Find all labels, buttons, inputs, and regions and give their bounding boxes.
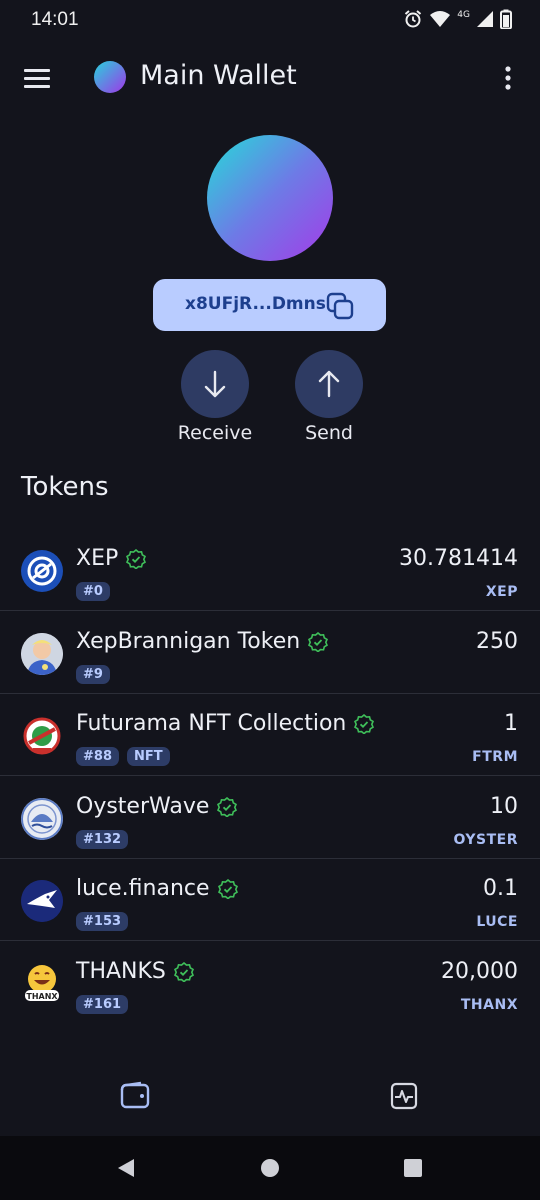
token-row-luce[interactable]: luce.finance #153 0.1 LUCE bbox=[0, 858, 540, 941]
token-amount: 0.1 bbox=[483, 876, 518, 901]
verified-icon bbox=[217, 879, 238, 899]
token-symbol: FTRM bbox=[472, 749, 518, 765]
futurama-logo bbox=[21, 715, 63, 757]
send-button[interactable] bbox=[295, 350, 363, 418]
token-badges: #161 bbox=[76, 995, 129, 1014]
token-id-badge: #132 bbox=[76, 830, 129, 849]
token-amount: 10 bbox=[490, 794, 518, 819]
token-badges: #0 bbox=[76, 582, 110, 601]
tokens-heading: Tokens bbox=[21, 472, 109, 502]
token-symbol: OYSTER bbox=[453, 832, 518, 848]
token-symbol: XEP bbox=[485, 584, 518, 600]
verified-icon bbox=[173, 962, 194, 982]
token-id-badge: #88 bbox=[76, 747, 119, 766]
receive-button[interactable] bbox=[181, 350, 249, 418]
token-badges: #9 bbox=[76, 665, 110, 684]
xepbrannigan-logo bbox=[21, 633, 63, 675]
token-name: XepBrannigan Token bbox=[76, 629, 329, 654]
arrow-up-icon bbox=[318, 370, 340, 398]
wallet-title[interactable]: Main Wallet bbox=[140, 60, 297, 91]
token-row-xep[interactable]: XEP #0 30.781414 XEP bbox=[0, 528, 540, 611]
svg-text:THANX: THANX bbox=[26, 992, 58, 1001]
token-id-badge: #0 bbox=[76, 582, 110, 601]
wifi-icon bbox=[430, 11, 451, 27]
token-name: Futurama NFT Collection bbox=[76, 711, 375, 736]
token-id-badge: #9 bbox=[76, 665, 110, 684]
activity-tab-icon[interactable] bbox=[384, 1076, 424, 1116]
token-name: THANKS bbox=[76, 959, 194, 984]
token-row-thanks[interactable]: THANX THANKS #161 20,000 THANX bbox=[0, 941, 540, 1023]
send-label: Send bbox=[305, 422, 353, 444]
token-badges: #153 bbox=[76, 912, 129, 931]
token-row-futurama[interactable]: Futurama NFT Collection #88 NFT 1 FTRM bbox=[0, 693, 540, 776]
token-symbol: LUCE bbox=[476, 914, 518, 930]
home-icon[interactable] bbox=[258, 1156, 282, 1180]
token-symbol: THANX bbox=[460, 997, 518, 1013]
wallet-tab-icon[interactable] bbox=[115, 1076, 155, 1116]
back-icon[interactable] bbox=[114, 1156, 138, 1180]
alarm-icon bbox=[405, 10, 422, 28]
verified-icon bbox=[308, 632, 329, 652]
token-amount: 30.781414 bbox=[399, 546, 518, 571]
nft-badge: NFT bbox=[126, 747, 170, 766]
address-text: x8UFjR...Dmns bbox=[185, 294, 326, 314]
token-badges: #132 bbox=[76, 830, 129, 849]
status-time: 14:01 bbox=[31, 9, 79, 30]
token-row-oysterwave[interactable]: OysterWave #132 10 OYSTER bbox=[0, 776, 540, 859]
token-amount: 20,000 bbox=[441, 959, 518, 984]
system-nav-bar bbox=[0, 1136, 540, 1200]
battery-icon bbox=[500, 9, 512, 29]
arrow-down-icon bbox=[204, 370, 226, 398]
luce-logo bbox=[21, 880, 63, 922]
token-id-badge: #161 bbox=[76, 995, 129, 1014]
token-badges: #88 NFT bbox=[76, 747, 170, 766]
menu-icon[interactable] bbox=[22, 64, 52, 94]
signal-icon bbox=[477, 11, 493, 27]
more-options-icon[interactable] bbox=[496, 64, 520, 92]
receive-label: Receive bbox=[177, 422, 253, 444]
thanks-logo: THANX bbox=[21, 963, 63, 1005]
wallet-avatar bbox=[94, 61, 126, 93]
verified-icon bbox=[354, 714, 375, 734]
copy-icon[interactable] bbox=[325, 291, 355, 321]
verified-icon bbox=[217, 797, 238, 817]
token-name: luce.finance bbox=[76, 876, 238, 901]
bottom-nav bbox=[0, 1060, 540, 1136]
token-id-badge: #153 bbox=[76, 912, 129, 931]
token-row-xepbrannigan[interactable]: XepBrannigan Token #9 250 bbox=[0, 611, 540, 694]
token-name: XEP bbox=[76, 546, 147, 571]
network-type: 4G bbox=[457, 10, 470, 20]
status-icons: 4G bbox=[403, 9, 512, 29]
oysterwave-logo bbox=[21, 798, 63, 840]
token-amount: 250 bbox=[476, 629, 518, 654]
verified-icon bbox=[126, 549, 147, 569]
token-name: OysterWave bbox=[76, 794, 238, 819]
token-amount: 1 bbox=[504, 711, 518, 736]
wallet-identicon bbox=[207, 135, 333, 261]
xep-logo bbox=[21, 550, 63, 592]
address-chip[interactable]: x8UFjR...Dmns bbox=[153, 279, 386, 331]
status-bar: 14:01 4G bbox=[0, 0, 540, 40]
recents-icon[interactable] bbox=[401, 1156, 425, 1180]
